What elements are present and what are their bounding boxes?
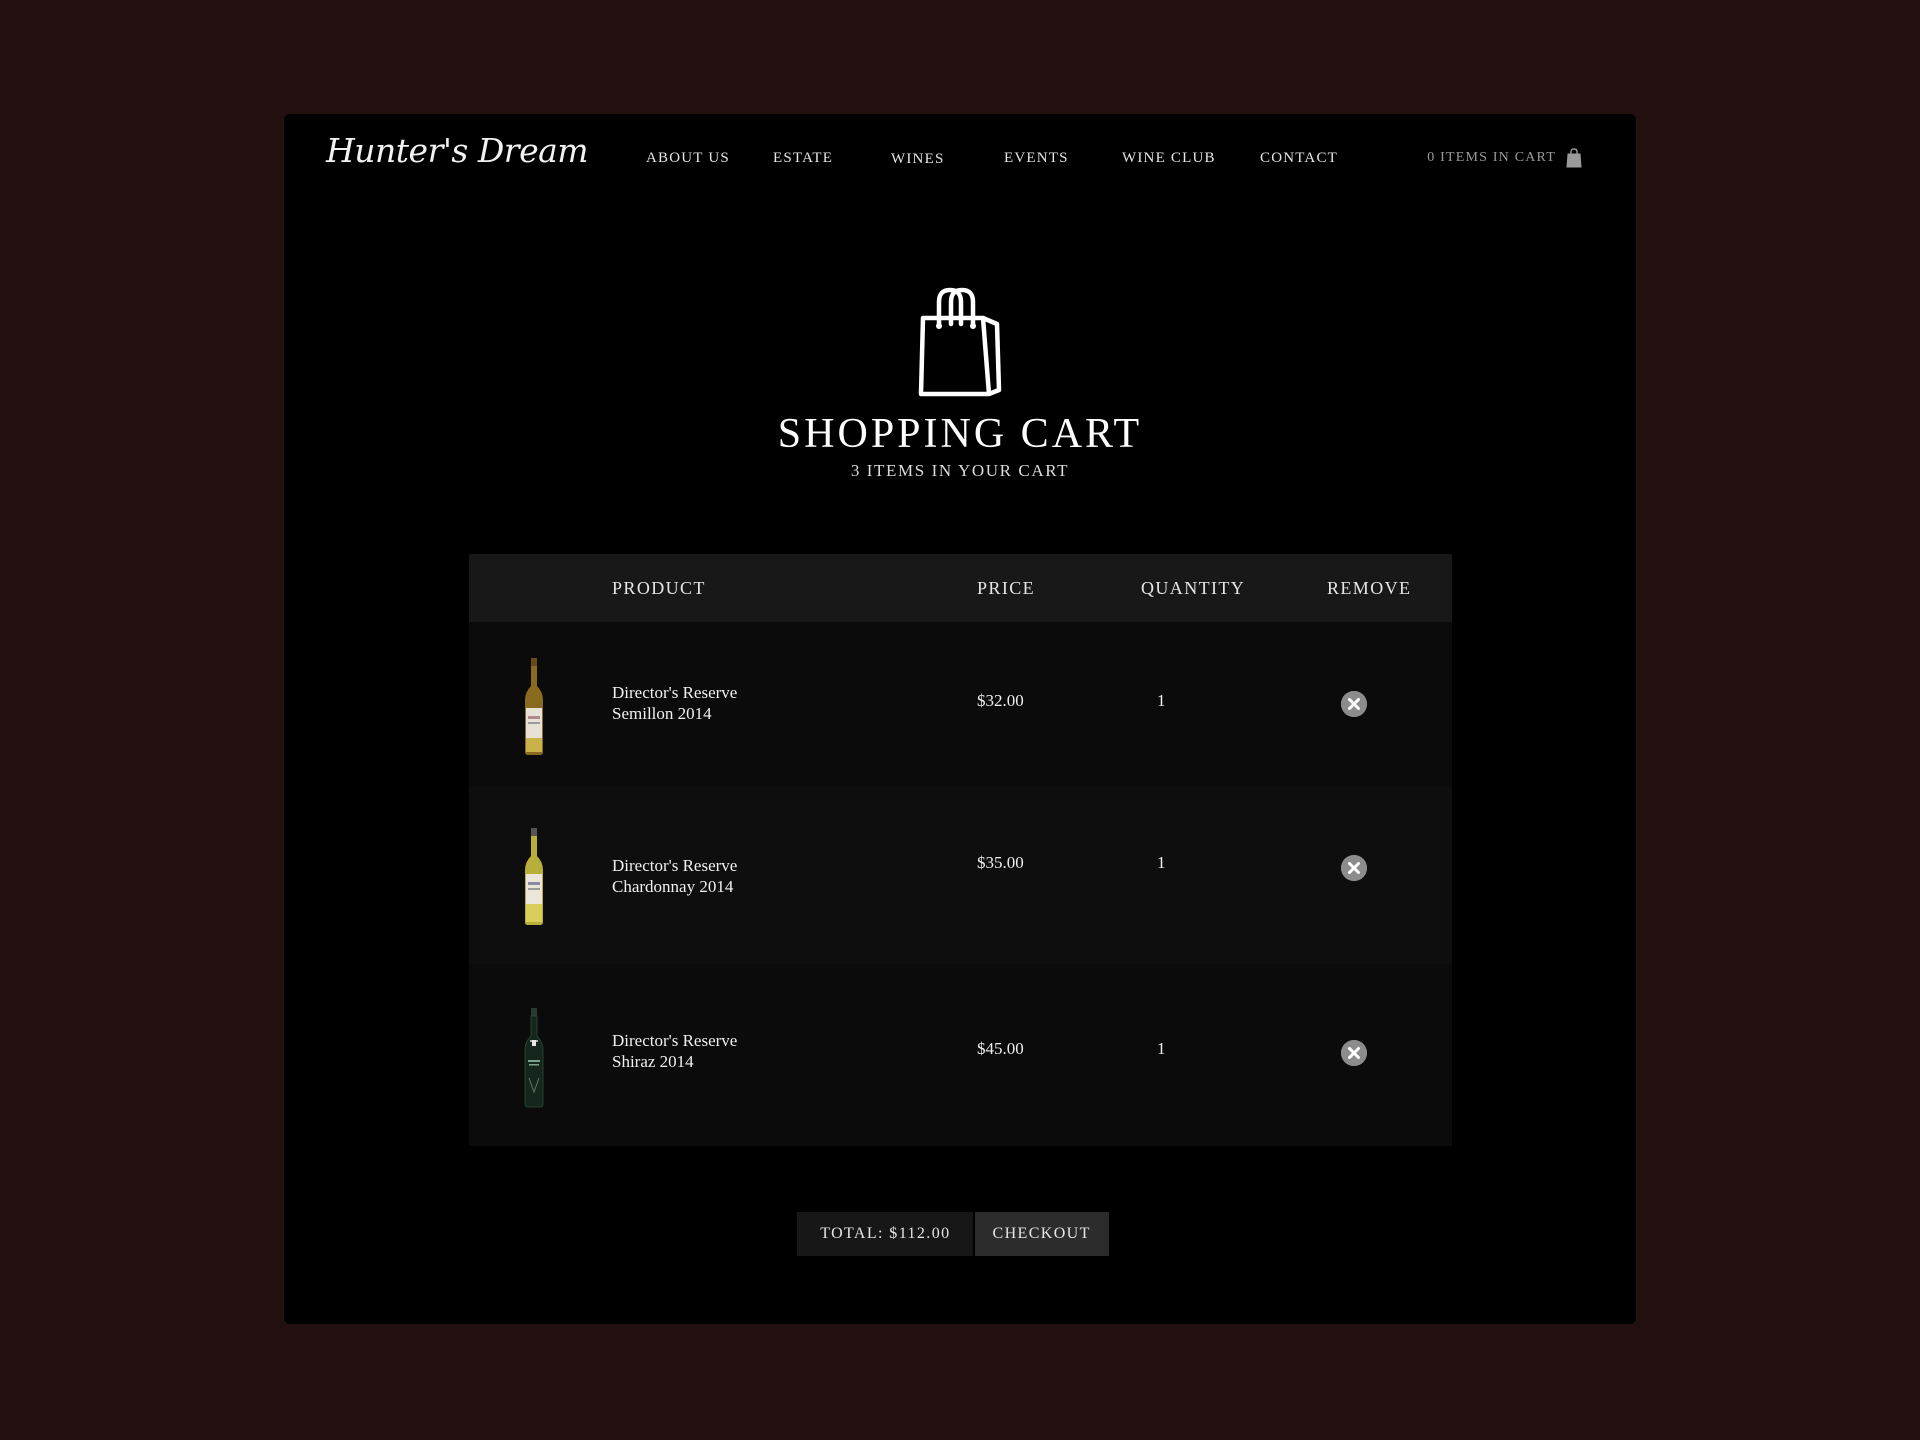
wine-bottle-image[interactable] (521, 1008, 547, 1108)
nav-item-wines[interactable]: WINES (891, 147, 945, 171)
product-price: $32.00 (977, 691, 1024, 710)
close-circle-icon (1341, 1040, 1367, 1066)
product-quantity[interactable]: 1 (1157, 690, 1166, 711)
product-name-line2[interactable]: Chardonnay 2014 (612, 876, 733, 897)
cart-item-count: 3 ITEMS IN YOUR CART (850, 461, 1070, 481)
remove-item-button[interactable] (1341, 855, 1367, 881)
product-price: $35.00 (977, 853, 1024, 872)
column-header-remove: REMOVE (1327, 578, 1412, 598)
product-name[interactable]: Director's Reserve (612, 1030, 737, 1051)
cart-total: TOTAL: $112.00 (797, 1212, 973, 1256)
remove-item-button[interactable] (1341, 691, 1367, 717)
table-row: Director's Reserve Shiraz 2014 $45.00 1 (469, 964, 1452, 1146)
close-circle-icon (1341, 691, 1367, 717)
column-header-price: PRICE (977, 578, 1036, 598)
shopping-bag-icon (918, 287, 1002, 397)
remove-item-button[interactable] (1341, 1040, 1367, 1066)
nav-item-contact[interactable]: CONTACT (1260, 146, 1338, 170)
product-name-line2[interactable]: Shiraz 2014 (612, 1051, 694, 1072)
cart-table: PRODUCT PRICE QUANTITY REMOVE Director's… (469, 554, 1452, 1146)
table-row: Director's Reserve Semillon 2014 $32.00 … (469, 622, 1452, 786)
site-window: Hunter's Dream ABOUT US ESTATE WINES EVE… (284, 114, 1636, 1324)
column-header-product: PRODUCT (612, 578, 706, 598)
close-circle-icon (1341, 855, 1367, 881)
wine-bottle-image[interactable] (521, 828, 547, 926)
cart-summary: TOTAL: $112.00 CHECKOUT (284, 1212, 1636, 1256)
product-price: $45.00 (977, 1039, 1024, 1058)
page-title: SHOPPING CART (777, 411, 1143, 457)
header-cart-link[interactable]: 0 ITEMS IN CART (1427, 146, 1582, 170)
product-name[interactable]: Director's Reserve (612, 682, 737, 703)
product-name-line2[interactable]: Semillon 2014 (612, 703, 712, 724)
checkout-button[interactable]: CHECKOUT (974, 1212, 1109, 1256)
product-quantity[interactable]: 1 (1157, 1038, 1166, 1059)
table-header: PRODUCT PRICE QUANTITY REMOVE (469, 554, 1452, 622)
nav-item-about-us[interactable]: ABOUT US (646, 146, 730, 170)
nav-item-wine-club[interactable]: WINE CLUB (1122, 146, 1216, 170)
header-cart-count: 0 ITEMS IN CART (1427, 150, 1556, 165)
wine-bottle-image[interactable] (521, 658, 547, 756)
summary-bar: TOTAL: $112.00 CHECKOUT (797, 1212, 1109, 1256)
shopping-bag-icon (1566, 148, 1582, 168)
nav-item-events[interactable]: EVENTS (1004, 146, 1069, 170)
product-name[interactable]: Director's Reserve (612, 855, 737, 876)
nav-item-estate[interactable]: ESTATE (773, 146, 833, 170)
cart-hero: SHOPPING CART 3 ITEMS IN YOUR CART (284, 286, 1636, 481)
column-header-quantity: QUANTITY (1141, 578, 1246, 598)
product-quantity[interactable]: 1 (1157, 852, 1166, 873)
table-row: Director's Reserve Chardonnay 2014 $35.0… (469, 786, 1452, 964)
